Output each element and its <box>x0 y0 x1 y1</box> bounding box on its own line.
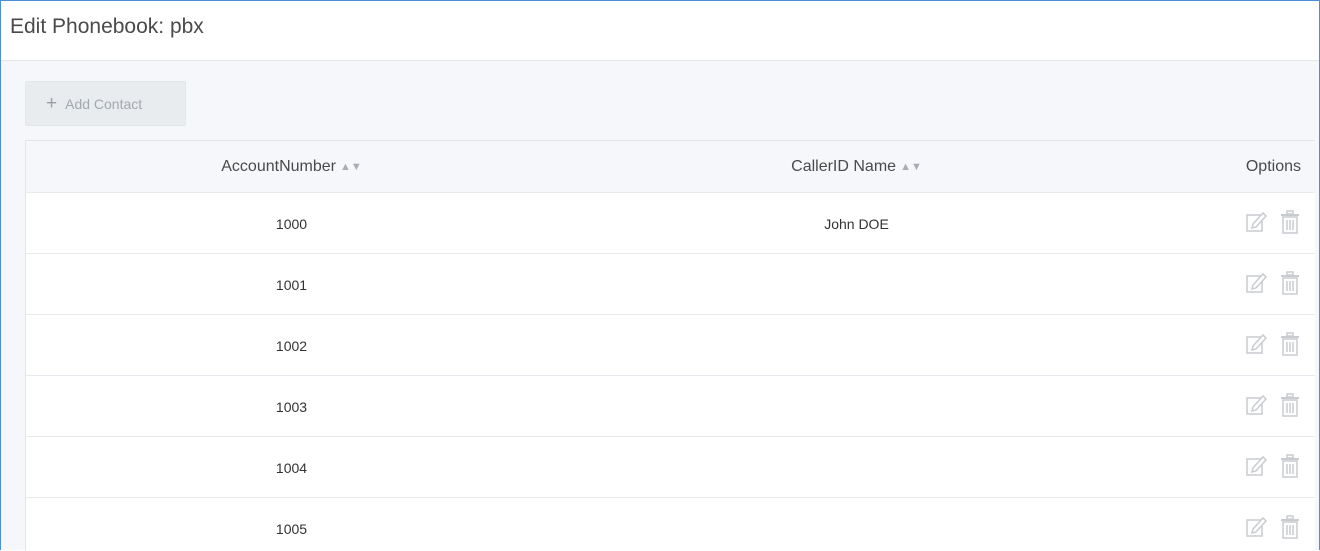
table-row: 1001 <box>26 254 1315 315</box>
page-title: Edit Phonebook: pbx <box>10 15 204 38</box>
row-options <box>1245 331 1301 357</box>
account-number-cell: 1002 <box>275 338 308 354</box>
edit-icon[interactable] <box>1245 331 1268 357</box>
plus-icon: + <box>46 93 58 114</box>
add-contact-label: Add Contact <box>65 95 143 112</box>
edit-icon[interactable] <box>1245 392 1268 418</box>
table-row: 1005 <box>26 498 1315 551</box>
callerid-name-cell: John DOE <box>824 216 889 232</box>
table-body: 1000 John DOE 1001 1002 1003 1004 1005 <box>26 193 1315 551</box>
table-row: 1000 John DOE <box>26 193 1315 254</box>
sort-icon[interactable]: ▲▼ <box>340 161 362 173</box>
row-options <box>1245 453 1301 479</box>
account-number-cell: 1001 <box>275 277 308 293</box>
trash-icon[interactable] <box>1279 209 1301 235</box>
edit-icon[interactable] <box>1245 514 1268 540</box>
trash-icon[interactable] <box>1279 453 1301 479</box>
row-options <box>1245 270 1301 296</box>
table-row: 1003 <box>26 376 1315 437</box>
add-contact-button[interactable]: + Add Contact <box>25 81 186 126</box>
column-header-label: CallerID Name <box>791 158 897 175</box>
table-row: 1004 <box>26 437 1315 498</box>
account-number-cell: 1000 <box>275 216 308 232</box>
account-number-cell: 1005 <box>275 521 308 537</box>
edit-icon[interactable] <box>1245 209 1268 235</box>
table-row: 1002 <box>26 315 1315 376</box>
phonebook-panel: Edit Phonebook: pbx + Add Contact Accoun… <box>0 0 1320 551</box>
trash-icon[interactable] <box>1279 392 1301 418</box>
column-header-label: AccountNumber <box>221 158 336 175</box>
table-header: AccountNumber ▲▼ CallerID Name ▲▼ Options <box>26 141 1315 193</box>
trash-icon[interactable] <box>1279 514 1301 540</box>
trash-icon[interactable] <box>1279 331 1301 357</box>
column-header-account-number[interactable]: AccountNumber ▲▼ <box>26 158 557 176</box>
contacts-table: AccountNumber ▲▼ CallerID Name ▲▼ Options … <box>25 140 1315 551</box>
sort-icon[interactable]: ▲▼ <box>900 161 922 173</box>
edit-icon[interactable] <box>1245 270 1268 296</box>
row-options <box>1245 514 1301 540</box>
account-number-cell: 1003 <box>275 399 308 415</box>
edit-icon[interactable] <box>1245 453 1268 479</box>
row-options <box>1245 209 1301 235</box>
title-bar: Edit Phonebook: pbx <box>1 1 1319 61</box>
column-header-options: Options <box>1245 158 1301 175</box>
account-number-cell: 1004 <box>275 460 308 476</box>
trash-icon[interactable] <box>1279 270 1301 296</box>
row-options <box>1245 392 1301 418</box>
column-header-callerid-name[interactable]: CallerID Name ▲▼ <box>557 158 1156 176</box>
